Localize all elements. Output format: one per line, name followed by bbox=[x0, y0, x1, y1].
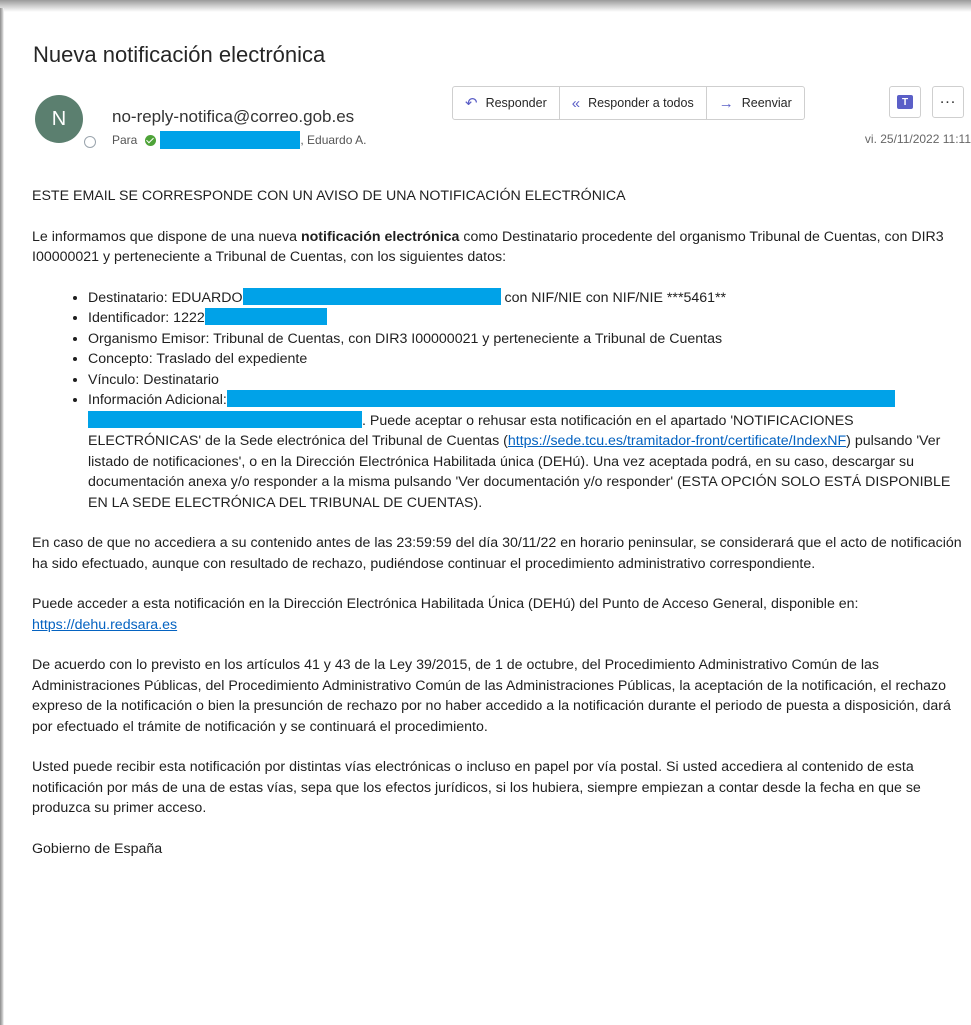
reply-button[interactable]: ↶ Responder bbox=[453, 87, 560, 119]
more-actions-button[interactable]: ... bbox=[932, 86, 964, 118]
dehu-paragraph: Puede acceder a esta notificación en la … bbox=[32, 596, 859, 633]
redacted-additional-info bbox=[226, 390, 895, 407]
list-item: Identificador: 1222 bbox=[88, 308, 962, 329]
sede-link[interactable]: https://sede.tcu.es/tramitador-front/cer… bbox=[508, 433, 846, 449]
list-item: Organismo Emisor: Tribunal de Cuentas, c… bbox=[88, 329, 962, 350]
notification-details-list: Destinatario: EDUARDO con NIF/NIE con NI… bbox=[32, 287, 962, 514]
email-reading-pane: Nueva notificación electrónica N no-repl… bbox=[8, 12, 971, 1025]
forward-label: Reenviar bbox=[741, 96, 792, 110]
message-actions-toolbar: ↶ Responder « Responder a todos → Reenvi… bbox=[452, 86, 805, 120]
avatar-initial: N bbox=[51, 107, 67, 130]
list-item: Vínculo: Destinatario bbox=[88, 370, 962, 391]
teams-icon: T bbox=[897, 95, 913, 109]
signature: Gobierno de España bbox=[32, 840, 163, 857]
window-top-shadow bbox=[0, 0, 971, 12]
teams-button[interactable]: T bbox=[889, 86, 921, 118]
presence-status-icon bbox=[84, 136, 96, 148]
reply-all-icon: « bbox=[571, 94, 581, 112]
email-subject: Nueva notificación electrónica bbox=[33, 42, 326, 67]
reply-all-button[interactable]: « Responder a todos bbox=[560, 87, 707, 119]
legal-paragraph: De acuerdo con lo previsto en los artícu… bbox=[32, 657, 951, 735]
received-date: vi. 25/11/2022 11:11 bbox=[864, 132, 971, 146]
reply-label: Responder bbox=[485, 96, 547, 110]
to-label: Para bbox=[112, 133, 138, 147]
verified-check-icon bbox=[145, 134, 157, 146]
deadline-paragraph: En caso de que no accediera a su conteni… bbox=[32, 535, 962, 572]
more-icon: ... bbox=[939, 90, 957, 107]
recipient-name[interactable]: , Eduardo A. bbox=[300, 133, 366, 147]
forward-button[interactable]: → Reenviar bbox=[707, 87, 804, 119]
redacted-name bbox=[242, 287, 501, 305]
intro-bold: notificación electrónica bbox=[300, 228, 460, 245]
redacted-additional-info-2 bbox=[88, 410, 362, 428]
dehu-link[interactable]: https://dehu.redsara.es bbox=[32, 617, 177, 633]
window-left-border bbox=[0, 8, 4, 1025]
sender-address[interactable]: no-reply-notifica@correo.gob.es bbox=[112, 107, 354, 127]
list-item: Concepto: Traslado del expediente bbox=[88, 349, 962, 370]
redacted-recipient bbox=[160, 131, 301, 149]
recipients-line: Para , Eduardo A. bbox=[112, 131, 366, 149]
forward-icon: → bbox=[718, 94, 734, 112]
list-item: Información Adicional:. Puede aceptar o … bbox=[88, 390, 962, 513]
list-item: Destinatario: EDUARDO con NIF/NIE con NI… bbox=[88, 287, 962, 309]
reply-icon: ↶ bbox=[465, 95, 478, 112]
email-body: ESTE EMAIL SE CORRESPONDE CON UN AVISO D… bbox=[32, 186, 962, 879]
sender-avatar[interactable]: N bbox=[35, 95, 83, 143]
channels-paragraph: Usted puede recibir esta notificación po… bbox=[32, 759, 921, 816]
reply-all-label: Responder a todos bbox=[588, 96, 694, 110]
notice-heading: ESTE EMAIL SE CORRESPONDE CON UN AVISO D… bbox=[32, 188, 626, 204]
intro-paragraph: Le informamos que dispone de una nueva n… bbox=[32, 228, 944, 266]
redacted-identifier bbox=[204, 308, 327, 325]
